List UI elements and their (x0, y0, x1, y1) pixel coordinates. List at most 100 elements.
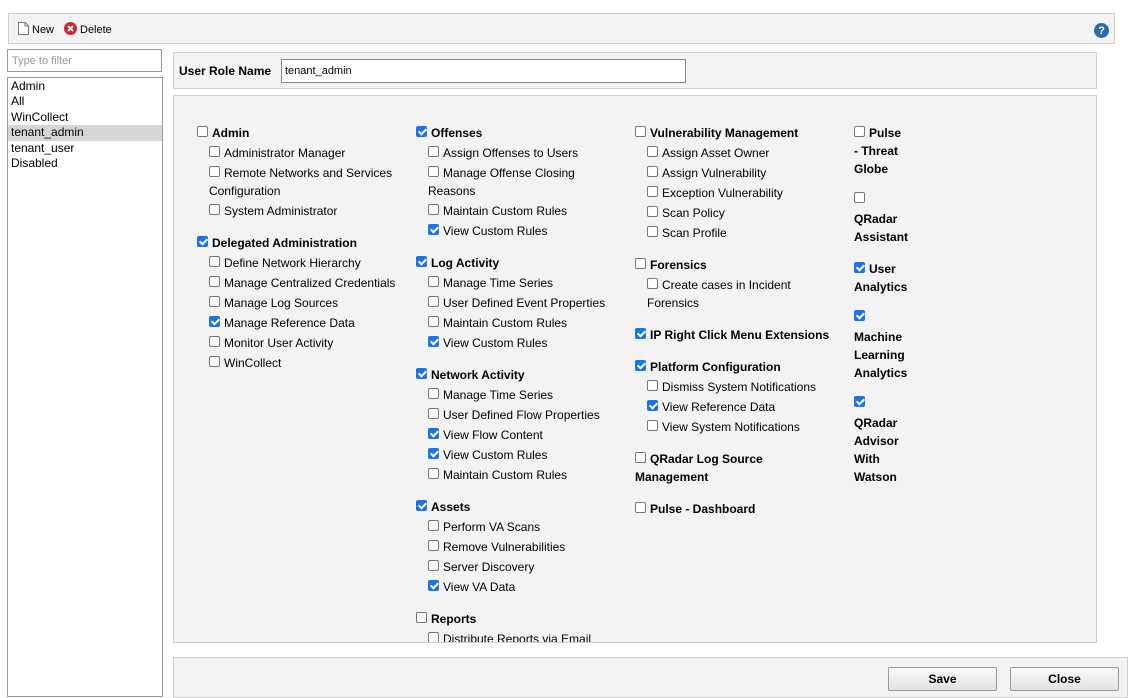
role-item-wincollect[interactable]: WinCollect (8, 110, 162, 125)
permission-item[interactable]: View Flow Content (428, 426, 543, 444)
permission-checkbox[interactable] (428, 428, 439, 439)
permission-checkbox[interactable] (635, 258, 646, 269)
permission-checkbox[interactable] (428, 408, 439, 419)
permission-checkbox[interactable] (416, 612, 427, 623)
permission-item[interactable]: Monitor User Activity (209, 334, 333, 352)
permission-checkbox[interactable] (647, 146, 658, 157)
permission-checkbox[interactable] (428, 224, 439, 235)
permission-checkbox[interactable] (635, 328, 646, 339)
role-item-disabled[interactable]: Disabled (8, 156, 162, 171)
permission-checkbox[interactable] (197, 126, 208, 137)
permission-item[interactable] (854, 308, 869, 326)
permission-checkbox[interactable] (635, 502, 646, 513)
permission-checkbox[interactable] (635, 360, 646, 371)
permission-item[interactable]: User Defined Event Properties (428, 294, 605, 312)
permission-checkbox[interactable] (647, 206, 658, 217)
permission-item[interactable]: Vulnerability Management (635, 124, 798, 142)
permission-checkbox[interactable] (428, 580, 439, 591)
permission-item[interactable]: View VA Data (428, 578, 515, 596)
permission-checkbox[interactable] (428, 448, 439, 459)
permission-item[interactable]: Assign Offenses to Users (428, 144, 578, 162)
permission-item[interactable]: Remote Networks and Services (209, 164, 392, 182)
permission-item[interactable]: Delegated Administration (197, 234, 357, 252)
role-item-tenant-admin[interactable]: tenant_admin (8, 125, 162, 141)
permission-item[interactable]: Manage Reference Data (209, 314, 355, 332)
permission-checkbox[interactable] (209, 336, 220, 347)
permission-item[interactable] (854, 394, 869, 412)
permission-item[interactable]: WinCollect (209, 354, 281, 372)
permission-item[interactable]: Assign Asset Owner (647, 144, 769, 162)
permission-item[interactable]: Admin (197, 124, 249, 142)
permission-item[interactable]: User Defined Flow Properties (428, 406, 600, 424)
permission-checkbox[interactable] (428, 166, 439, 177)
permission-item[interactable]: Dismiss System Notifications (647, 378, 816, 396)
permission-checkbox[interactable] (428, 316, 439, 327)
permission-checkbox[interactable] (428, 388, 439, 399)
permission-item[interactable]: System Administrator (209, 202, 337, 220)
permission-item[interactable]: View Custom Rules (428, 446, 547, 464)
permission-item[interactable]: Offenses (416, 124, 482, 142)
permission-item[interactable]: QRadar Log Source (635, 450, 763, 468)
permission-checkbox[interactable] (428, 276, 439, 287)
permission-item[interactable]: Assets (416, 498, 470, 516)
permission-checkbox[interactable] (428, 632, 439, 642)
delete-button[interactable]: Delete (64, 22, 112, 38)
permission-checkbox[interactable] (209, 296, 220, 307)
permission-item[interactable]: View Custom Rules (428, 334, 547, 352)
permission-item[interactable]: Network Activity (416, 366, 525, 384)
permission-item[interactable]: Manage Log Sources (209, 294, 338, 312)
permission-checkbox[interactable] (428, 560, 439, 571)
permission-item[interactable]: Manage Offense Closing (428, 164, 575, 182)
permission-item[interactable]: Maintain Custom Rules (428, 466, 567, 484)
permission-checkbox[interactable] (647, 278, 658, 289)
permission-item[interactable]: Forensics (635, 256, 707, 274)
permission-item[interactable]: Exception Vulnerability (647, 184, 783, 202)
role-item-all[interactable]: All (8, 94, 162, 109)
permission-checkbox[interactable] (209, 256, 220, 267)
permission-item[interactable]: Maintain Custom Rules (428, 314, 567, 332)
permission-item[interactable]: IP Right Click Menu Extensions (635, 326, 829, 344)
permission-checkbox[interactable] (854, 396, 865, 407)
permission-item[interactable]: Create cases in Incident (647, 276, 791, 294)
permission-checkbox[interactable] (428, 468, 439, 479)
permission-item[interactable]: Pulse (854, 124, 901, 142)
permission-checkbox[interactable] (428, 336, 439, 347)
permission-item[interactable]: Perform VA Scans (428, 518, 540, 536)
permission-item[interactable]: Assign Vulnerability (647, 164, 766, 182)
permission-checkbox[interactable] (209, 146, 220, 157)
permission-checkbox[interactable] (647, 226, 658, 237)
permission-checkbox[interactable] (209, 316, 220, 327)
permission-item[interactable]: Server Discovery (428, 558, 534, 576)
permission-item[interactable]: Define Network Hierarchy (209, 254, 361, 272)
permission-item[interactable]: Maintain Custom Rules (428, 202, 567, 220)
permission-checkbox[interactable] (647, 186, 658, 197)
permission-item[interactable]: Scan Profile (647, 224, 727, 242)
help-icon[interactable]: ? (1094, 23, 1109, 38)
permission-checkbox[interactable] (635, 452, 646, 463)
permission-checkbox[interactable] (428, 520, 439, 531)
close-button[interactable]: Close (1010, 667, 1119, 691)
role-name-input[interactable] (281, 59, 686, 83)
permission-item[interactable]: View Reference Data (647, 398, 775, 416)
new-button[interactable]: New (18, 22, 54, 38)
permission-item[interactable]: Log Activity (416, 254, 499, 272)
permission-checkbox[interactable] (209, 356, 220, 367)
permission-item[interactable]: Manage Centralized Credentials (209, 274, 395, 292)
filter-input[interactable] (7, 49, 162, 72)
role-item-admin[interactable]: Admin (8, 79, 162, 94)
permission-item[interactable]: Remove Vulnerabilities (428, 538, 565, 556)
permission-item[interactable]: Reports (416, 610, 476, 628)
role-item-tenant-user[interactable]: tenant_user (8, 141, 162, 156)
permission-item[interactable]: Scan Policy (647, 204, 725, 222)
permission-item[interactable]: Distribute Reports via Email (428, 630, 591, 642)
permission-checkbox[interactable] (209, 166, 220, 177)
permission-checkbox[interactable] (428, 204, 439, 215)
permission-checkbox[interactable] (428, 296, 439, 307)
permission-item[interactable]: View Custom Rules (428, 222, 547, 240)
permission-checkbox[interactable] (854, 262, 865, 273)
permission-checkbox[interactable] (428, 540, 439, 551)
permission-item[interactable]: User (854, 260, 896, 278)
permission-checkbox[interactable] (197, 236, 208, 247)
permission-checkbox[interactable] (635, 126, 646, 137)
permission-checkbox[interactable] (209, 204, 220, 215)
